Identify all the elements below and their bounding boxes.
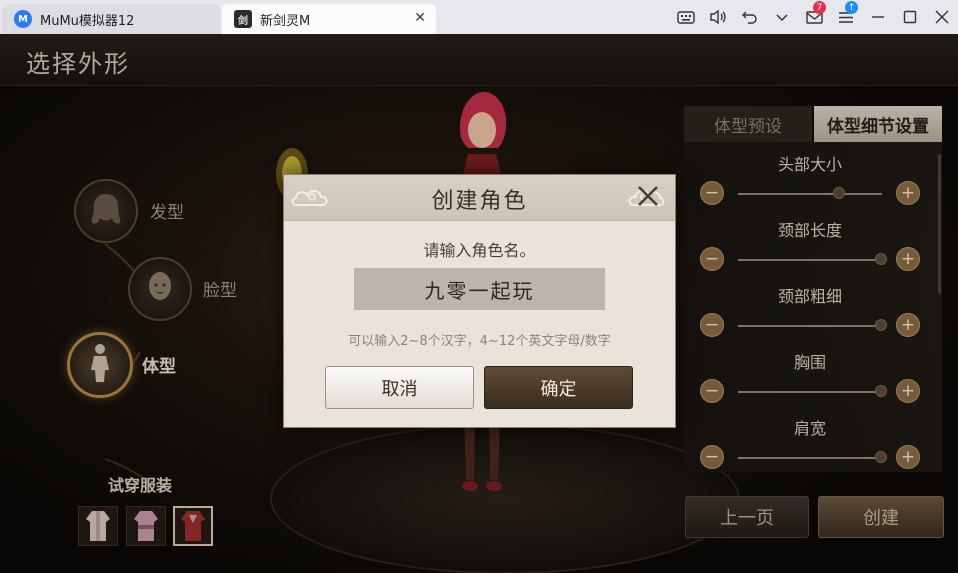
dialog-header: 创建角色 [284, 175, 675, 221]
update-badge: ↑ [845, 1, 858, 14]
create-character-dialog: 创建角色 请输入角色名。 可以输入2~8个汉字，4~12个英文字母/数字 取消 … [283, 174, 676, 428]
game-app-icon: 剑 [234, 10, 252, 28]
tab-label: 新剑灵M [260, 13, 311, 29]
dialog-close-icon[interactable] [633, 181, 663, 211]
mumu-logo-icon: M [14, 10, 32, 28]
tab-mumu[interactable]: M MuMu模拟器12 [2, 4, 220, 34]
menu-icon[interactable]: ↑ [830, 0, 862, 34]
cancel-button[interactable]: 取消 [325, 366, 474, 409]
keyboard-icon[interactable] [670, 0, 702, 34]
mail-icon[interactable]: 7 [798, 0, 830, 34]
character-name-input[interactable] [354, 268, 605, 310]
tab-close-icon[interactable]: ✕ [414, 10, 426, 26]
maximize-icon[interactable] [894, 0, 926, 34]
title-bar: M MuMu模拟器12 剑 新剑灵M ✕ 7 ↑ [0, 0, 958, 34]
window-toolbar: 7 ↑ [670, 0, 958, 34]
emulator-window: M MuMu模拟器12 剑 新剑灵M ✕ 7 ↑ 选择外形 发型 脸型 体型 试… [0, 0, 958, 573]
minimize-icon[interactable] [862, 0, 894, 34]
dialog-hint: 可以输入2~8个汉字，4~12个英文字母/数字 [348, 334, 611, 349]
dialog-prompt: 请输入角色名。 [423, 241, 536, 260]
dialog-title: 创建角色 [431, 189, 528, 214]
close-icon[interactable] [926, 0, 958, 34]
mail-badge: 7 [813, 1, 826, 14]
confirm-button[interactable]: 确定 [484, 366, 633, 409]
tab-label: MuMu模拟器12 [40, 13, 135, 29]
volume-icon[interactable] [702, 0, 734, 34]
tab-game[interactable]: 剑 新剑灵M ✕ [222, 4, 436, 34]
chevron-down-icon[interactable] [766, 0, 798, 34]
undo-icon[interactable] [734, 0, 766, 34]
